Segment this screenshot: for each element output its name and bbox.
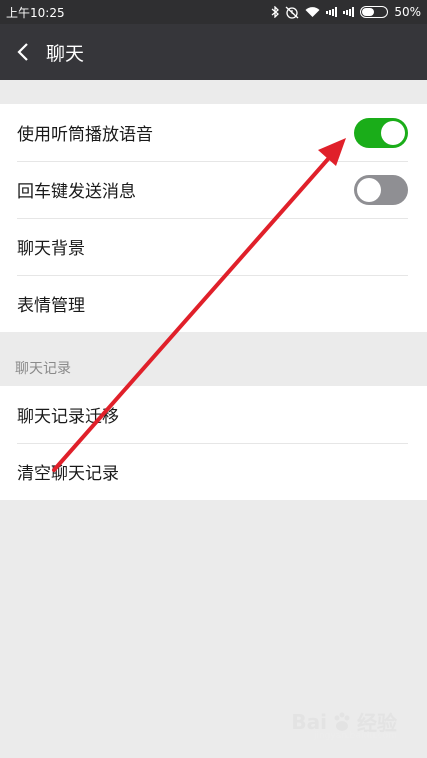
setting-chat-background[interactable]: 聊天背景 (0, 218, 427, 275)
signal-strength-icon-2 (343, 7, 355, 17)
enter-send-toggle[interactable] (354, 174, 408, 205)
setting-label: 表情管理 (17, 296, 85, 316)
battery-icon (360, 6, 389, 18)
setting-label: 回车键发送消息 (17, 182, 136, 202)
watermark: Bai 经验 jingyan.baidu.com (291, 707, 397, 742)
setting-label: 使用听筒播放语音 (17, 125, 153, 145)
setting-clear-chat-history[interactable]: 清空聊天记录 (0, 443, 427, 500)
setting-chat-history-migration[interactable]: 聊天记录迁移 (0, 386, 427, 443)
setting-sticker-management[interactable]: 表情管理 (0, 275, 427, 332)
nav-bar: 聊天 (0, 24, 427, 80)
chevron-left-icon (17, 43, 28, 61)
wifi-icon (305, 6, 320, 18)
bluetooth-icon (271, 6, 280, 18)
signal-strength-icon (326, 7, 338, 17)
settings-group-chat-history: 聊天记录迁移 清空聊天记录 (0, 386, 427, 500)
setting-label: 清空聊天记录 (17, 464, 119, 484)
paw-icon (334, 712, 350, 731)
setting-enter-to-send[interactable]: 回车键发送消息 (0, 161, 427, 218)
back-button[interactable] (0, 24, 46, 80)
status-bar: 上午10:25 50% (0, 0, 427, 24)
toggle-knob (381, 120, 405, 145)
setting-label: 聊天记录迁移 (17, 407, 119, 427)
section-title-chat-history: 聊天记录 (15, 361, 71, 377)
setting-earpiece-playback[interactable]: 使用听筒播放语音 (0, 104, 427, 161)
status-time: 上午10:25 (6, 5, 65, 20)
page-title: 聊天 (46, 42, 85, 65)
alarm-off-icon (285, 6, 299, 19)
settings-group-general: 使用听筒播放语音 回车键发送消息 聊天背景 表情管理 (0, 104, 427, 332)
setting-label: 聊天背景 (17, 239, 85, 259)
toggle-knob (357, 177, 381, 202)
status-icons: 50% (271, 5, 421, 19)
battery-percent: 50% (394, 5, 421, 19)
earpiece-toggle[interactable] (354, 117, 408, 148)
watermark-brand: Bai (291, 709, 327, 734)
watermark-url: jingyan.baidu.com (313, 731, 397, 741)
